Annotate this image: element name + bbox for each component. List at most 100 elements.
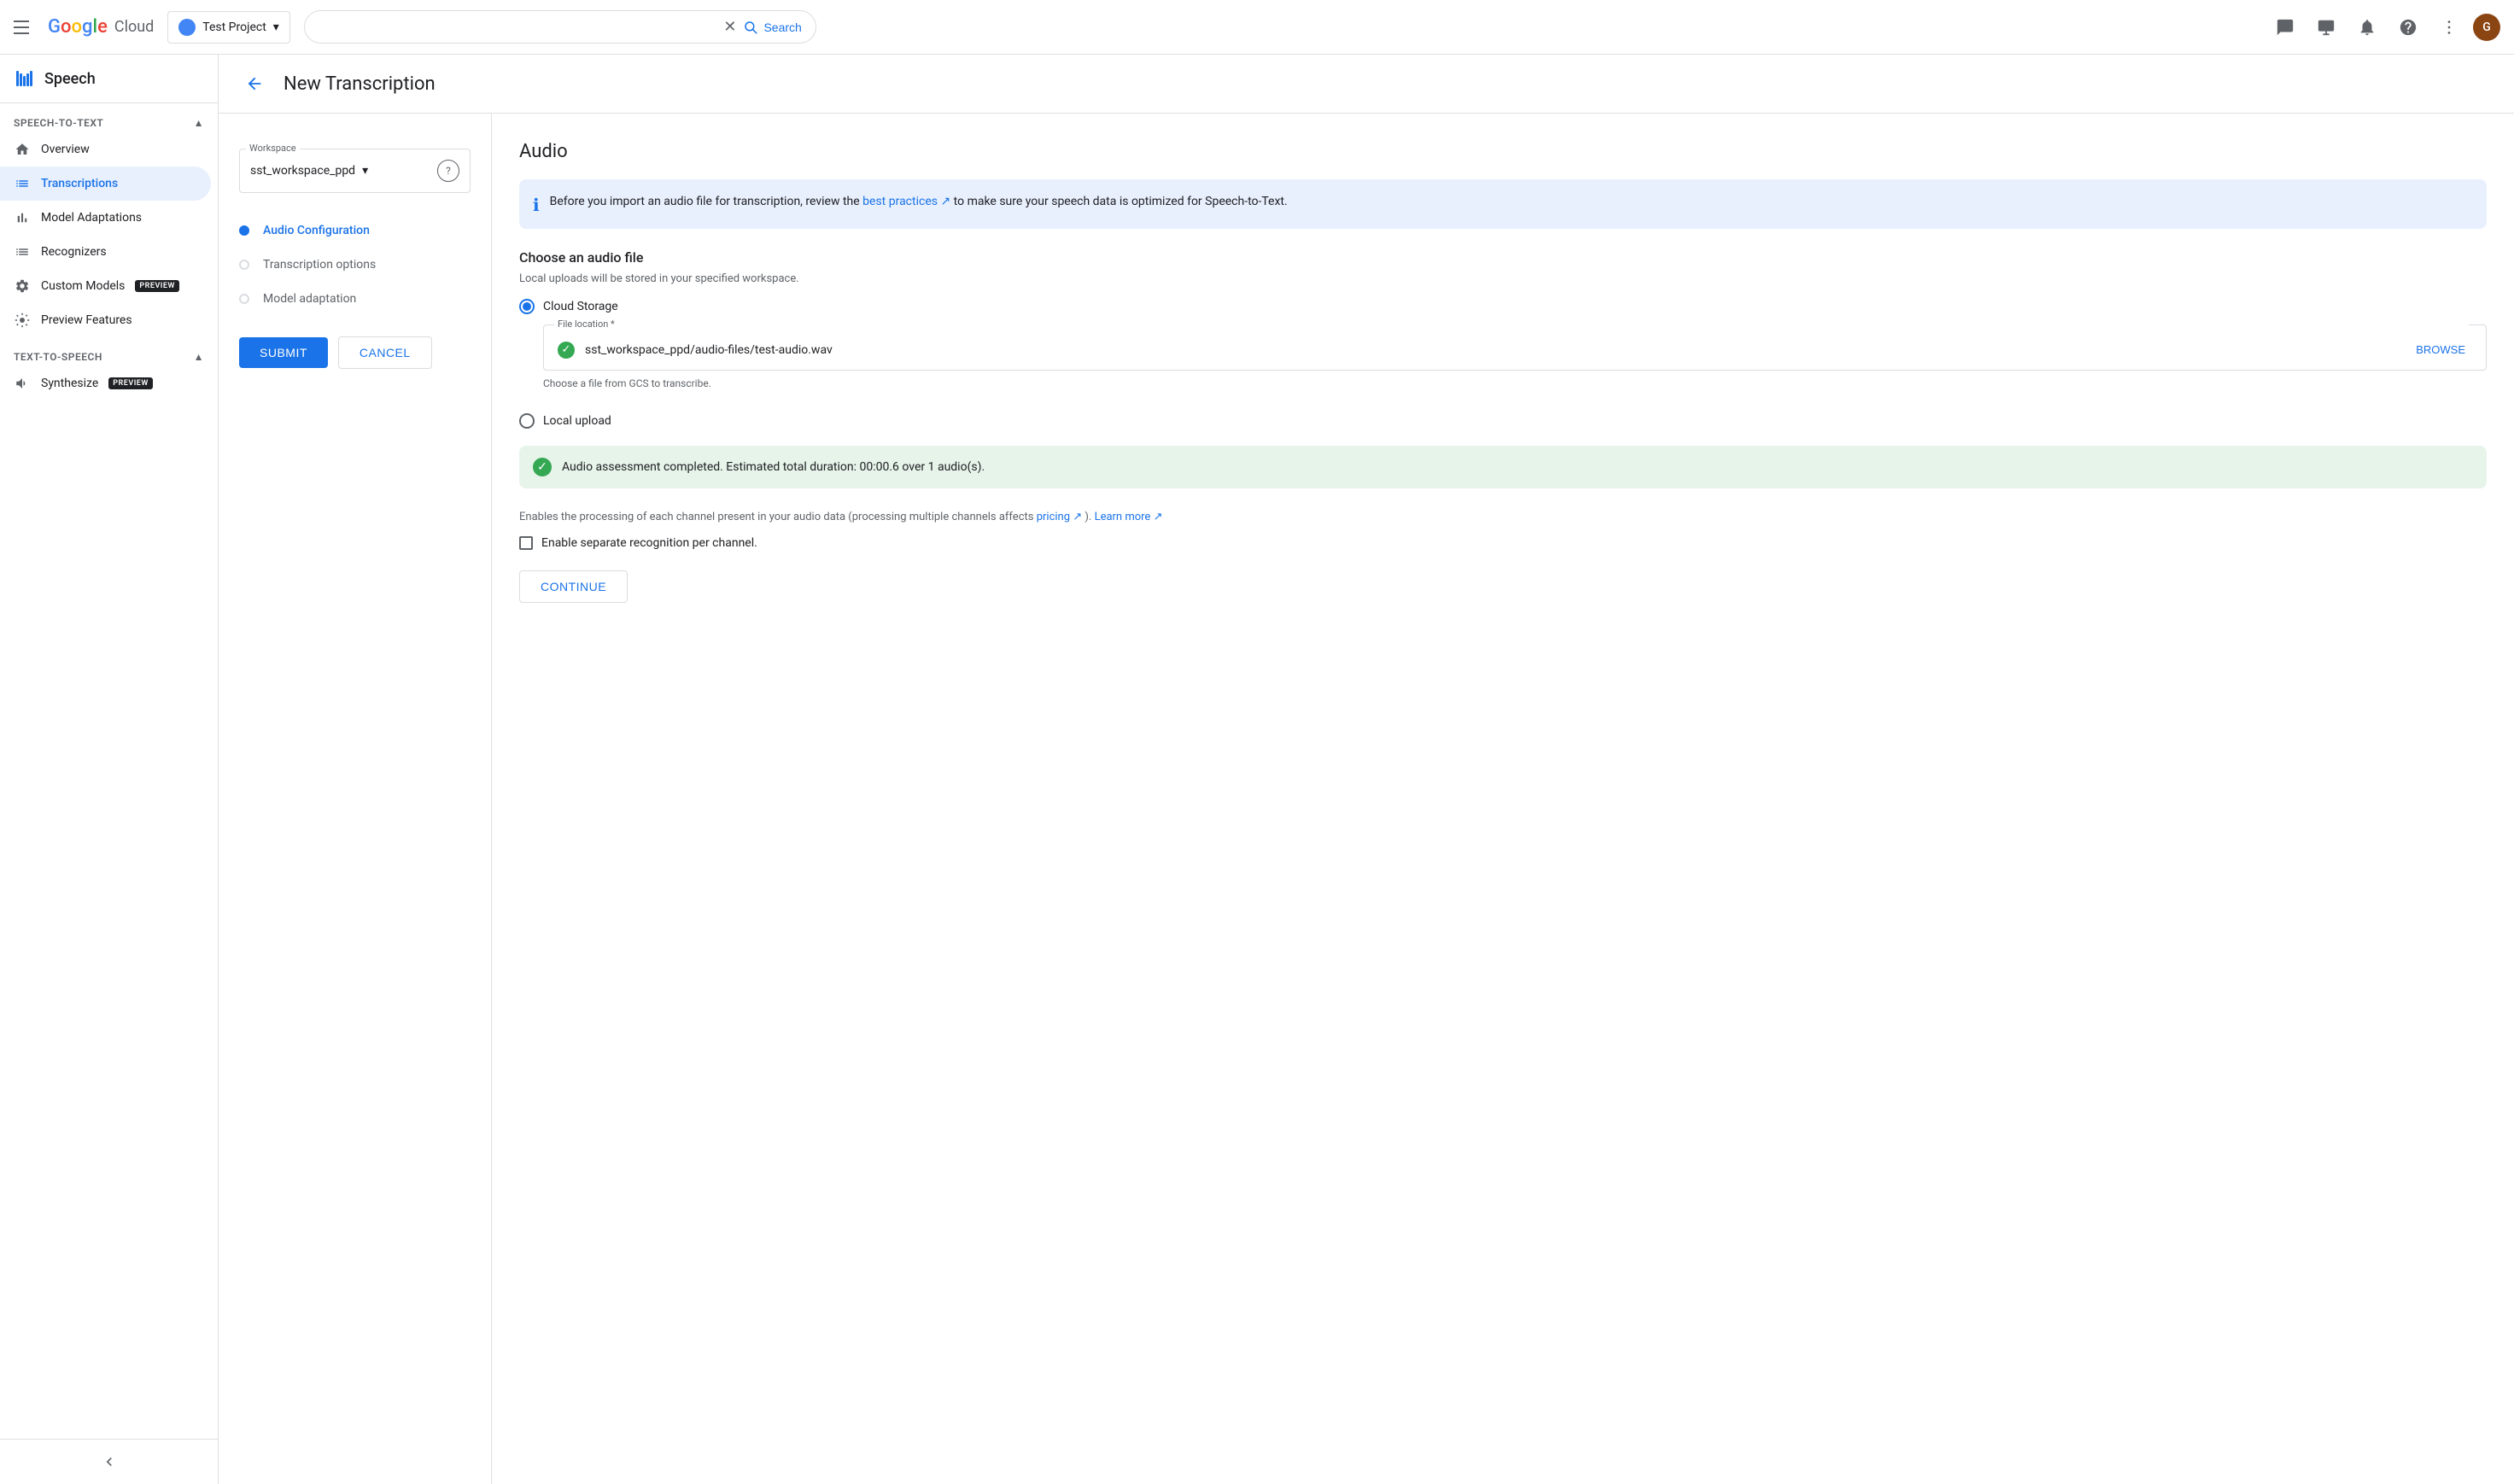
info-icon: ℹ [533, 195, 540, 215]
step-label-model-adaptation: Model adaptation [263, 292, 356, 306]
sidebar-item-preview-features[interactable]: Preview Features [0, 303, 211, 337]
continue-button[interactable]: CONTINUE [519, 570, 628, 603]
logo-text: Google [48, 16, 108, 38]
synthesize-icon [14, 375, 31, 392]
file-location-section: File location * ✓ sst_workspace_ppd/audi… [519, 324, 2487, 403]
stt-collapse-icon[interactable]: ▲ [194, 117, 204, 129]
sidebar-bottom [0, 1439, 218, 1484]
success-text: Audio assessment completed. Estimated to… [562, 460, 985, 474]
channel-description: Enables the processing of each channel p… [519, 509, 2487, 526]
collapse-sidebar-button[interactable] [0, 1446, 218, 1477]
content-area: New Transcription Workspace sst_workspac… [219, 55, 2514, 1484]
workspace-label: Workspace [246, 143, 300, 154]
topbar-left: Google Cloud Test Project ▾ [14, 11, 290, 44]
list-icon [14, 175, 31, 192]
clear-icon[interactable]: ✕ [723, 18, 736, 36]
sidebar-item-model-adaptations[interactable]: Model Adaptations [0, 201, 211, 235]
custom-models-preview-badge: PREVIEW [135, 280, 178, 292]
project-selector[interactable]: Test Project ▾ [167, 11, 290, 44]
google-cloud-logo: Google Cloud [48, 16, 154, 38]
file-location-group: File location * ✓ sst_workspace_ppd/audi… [543, 324, 2487, 371]
more-options-icon[interactable] [2432, 10, 2466, 44]
channel-checkbox-box [519, 536, 533, 550]
sidebar-item-synthesize[interactable]: Synthesize PREVIEW [0, 366, 211, 400]
synthesize-preview-badge: PREVIEW [108, 377, 152, 389]
success-icon: ✓ [533, 458, 552, 476]
step-label-audio-config: Audio Configuration [263, 224, 370, 237]
topbar: Google Cloud Test Project ▾ speec ✕ Sear… [0, 0, 2514, 55]
radio-group: Cloud Storage File location * ✓ sst_work… [519, 299, 2487, 429]
workspace-field: Workspace sst_workspace_ppd ▾ ? [239, 134, 471, 193]
step-dot-active [239, 225, 249, 236]
audio-title: Audio [519, 141, 2487, 162]
sidebar-label-transcriptions: Transcriptions [41, 177, 118, 190]
channel-section: Enables the processing of each channel p… [519, 509, 2487, 550]
step-transcription-options[interactable]: Transcription options [239, 248, 471, 282]
step-label-transcription-options: Transcription options [263, 258, 376, 272]
sidebar-item-transcriptions[interactable]: Transcriptions [0, 167, 211, 201]
search-button[interactable]: Search [743, 20, 801, 35]
home-icon [14, 141, 31, 158]
workspace-selector[interactable]: sst_workspace_ppd ▾ ? [239, 149, 471, 193]
search-input[interactable]: speec [319, 20, 717, 34]
step-audio-config[interactable]: Audio Configuration [239, 213, 471, 248]
cloud-shell-icon[interactable] [2309, 10, 2343, 44]
cancel-button[interactable]: CANCEL [338, 336, 432, 369]
page-header: New Transcription [219, 55, 2514, 114]
browse-button[interactable]: BROWSE [2409, 340, 2472, 359]
pricing-link[interactable]: pricing ↗ [1037, 511, 1082, 523]
sidebar-header: Speech [0, 55, 218, 103]
wizard-panel: Workspace sst_workspace_ppd ▾ ? Audio Co… [219, 114, 492, 1484]
avatar[interactable]: G [2473, 14, 2500, 41]
feedback-icon[interactable] [2268, 10, 2302, 44]
chevron-down-icon: ▾ [273, 20, 279, 34]
radio-local-upload-label: Local upload [543, 414, 611, 428]
search-btn-label: Search [763, 20, 801, 34]
hamburger-menu-icon[interactable] [14, 17, 34, 38]
channel-checkbox-label: Enable separate recognition per channel. [541, 536, 757, 550]
sidebar-label-custom-models: Custom Models [41, 279, 125, 293]
tts-collapse-icon[interactable]: ▲ [194, 351, 204, 363]
learn-more-link[interactable]: Learn more ↗ [1095, 511, 1163, 523]
workspace-help-icon[interactable]: ? [437, 160, 459, 182]
info-text: Before you import an audio file for tran… [550, 193, 1288, 211]
radio-local-upload-circle [519, 413, 535, 429]
sidebar-label-overview: Overview [41, 143, 90, 156]
sidebar-label-recognizers: Recognizers [41, 245, 107, 259]
stt-section-title: Speech-to-Text ▲ [0, 103, 218, 132]
sidebar-label-preview-features: Preview Features [41, 313, 132, 327]
notifications-icon[interactable] [2350, 10, 2384, 44]
sidebar-item-recognizers[interactable]: Recognizers [0, 235, 211, 269]
file-location-row: ✓ sst_workspace_ppd/audio-files/test-aud… [558, 340, 2472, 359]
help-icon[interactable] [2391, 10, 2425, 44]
info-banner: ℹ Before you import an audio file for tr… [519, 179, 2487, 229]
wizard-actions: SUBMIT CANCEL [239, 336, 471, 369]
file-path-text: sst_workspace_ppd/audio-files/test-audio… [585, 343, 2399, 357]
speech-icon [14, 68, 34, 89]
local-uploads-text: Local uploads will be stored in your spe… [519, 272, 2487, 285]
custom-models-icon [14, 278, 31, 295]
step-model-adaptation[interactable]: Model adaptation [239, 282, 471, 316]
submit-button[interactable]: SUBMIT [239, 337, 328, 368]
search-icon [743, 20, 758, 35]
channel-checkbox[interactable]: Enable separate recognition per channel. [519, 536, 2487, 550]
sidebar-label-synthesize: Synthesize [41, 377, 98, 390]
back-button[interactable] [239, 68, 270, 99]
radio-local-upload[interactable]: Local upload [519, 413, 2487, 429]
sidebar-label-model-adaptations: Model Adaptations [41, 211, 142, 225]
audio-panel: Audio ℹ Before you import an audio file … [492, 114, 2514, 1484]
sidebar-app-title: Speech [44, 70, 96, 88]
search-bar: speec ✕ Search [304, 10, 816, 44]
radio-cloud-storage[interactable]: Cloud Storage [519, 299, 2487, 314]
file-check-icon: ✓ [558, 342, 575, 359]
best-practices-link[interactable]: best practices ↗ [862, 195, 950, 208]
radio-cloud-storage-circle [519, 299, 535, 314]
sidebar-item-custom-models[interactable]: Custom Models PREVIEW [0, 269, 211, 303]
radio-cloud-storage-label: Cloud Storage [543, 300, 618, 313]
preview-features-icon [14, 312, 31, 329]
sidebar: Speech Speech-to-Text ▲ Overview Transcr… [0, 55, 219, 1484]
file-hint-text: Choose a file from GCS to transcribe. [543, 377, 2487, 389]
recognizers-icon [14, 243, 31, 260]
sidebar-item-overview[interactable]: Overview [0, 132, 211, 167]
topbar-right: G [2268, 10, 2500, 44]
